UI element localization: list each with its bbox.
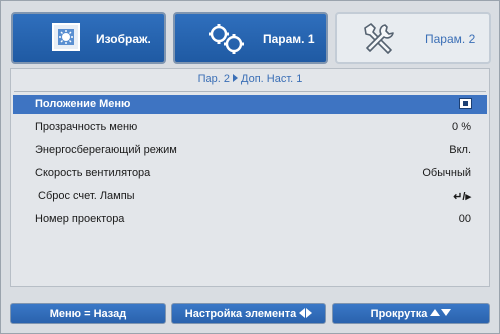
menu-item-menu-position[interactable]: Положение Меню [13, 95, 487, 114]
breadcrumb: Пар. 2 Доп. Наст. 1 [11, 73, 489, 85]
menu-item-fan-speed[interactable]: Скорость вентилятора Обычный [13, 164, 487, 183]
menu-item-value: 0 % [452, 121, 471, 133]
breadcrumb-parent: Пар. 2 [197, 73, 230, 85]
back-hint: Меню = Назад [10, 303, 166, 324]
enter-arrow-icon: ↵/▸ [453, 191, 471, 203]
menu-item-label: Прозрачность меню [35, 121, 138, 133]
image-icon [52, 23, 80, 51]
menu-item-lamp-reset[interactable]: Сброс счет. Лампы ↵/▸ [13, 187, 487, 206]
menu-item-label: Скорость вентилятора [35, 167, 151, 179]
tab-settings-1-label: Парам. 1 [263, 32, 315, 46]
breadcrumb-arrow-icon [233, 74, 238, 82]
adjust-hint: Настройка элемента [171, 303, 326, 324]
menu-item-menu-transparency[interactable]: Прозрачность меню 0 % [13, 118, 487, 137]
breadcrumb-current: Доп. Наст. 1 [241, 73, 303, 85]
menu-item-label: Сброс счет. Лампы [38, 190, 135, 202]
scroll-hint: Прокрутка [332, 303, 490, 324]
tab-settings-2[interactable]: Парам. 2 [335, 12, 491, 64]
menu-item-label: Номер проектора [35, 213, 125, 225]
back-hint-label: Меню = Назад [49, 308, 127, 320]
menu-item-label: Энергосберегающий режим [35, 144, 177, 156]
tab-image-label: Изображ. [96, 32, 151, 46]
menu-item-power-save[interactable]: Энергосберегающий режим Вкл. [13, 141, 487, 160]
scroll-hint-label: Прокрутка [370, 308, 428, 320]
adjust-hint-label: Настройка элемента [184, 308, 297, 320]
tab-settings-1[interactable]: Парам. 1 [173, 12, 328, 64]
menu-panel: Пар. 2 Доп. Наст. 1 Положение Меню Прозра… [10, 68, 490, 287]
left-arrow-icon [299, 308, 306, 318]
gears-icon [209, 24, 244, 54]
menu-item-projector-id[interactable]: Номер проектора 00 [13, 210, 487, 229]
tab-image[interactable]: Изображ. [11, 12, 166, 64]
menu-item-value: Вкл. [449, 144, 471, 156]
menu-item-label: Положение Меню [35, 98, 131, 110]
up-arrow-icon [430, 309, 441, 316]
right-arrow-icon [306, 308, 313, 318]
menu-item-value: Обычный [422, 167, 471, 179]
menu-item-value: 00 [458, 213, 471, 225]
osd-window: Изображ. Парам. 1 Парам. 2 Пар. 2 Доп. Н… [0, 0, 500, 334]
menu-position-icon [459, 98, 472, 109]
down-arrow-icon [441, 309, 452, 316]
divider [14, 91, 486, 92]
tools-icon [364, 23, 394, 54]
tab-settings-2-label: Парам. 2 [425, 32, 476, 46]
